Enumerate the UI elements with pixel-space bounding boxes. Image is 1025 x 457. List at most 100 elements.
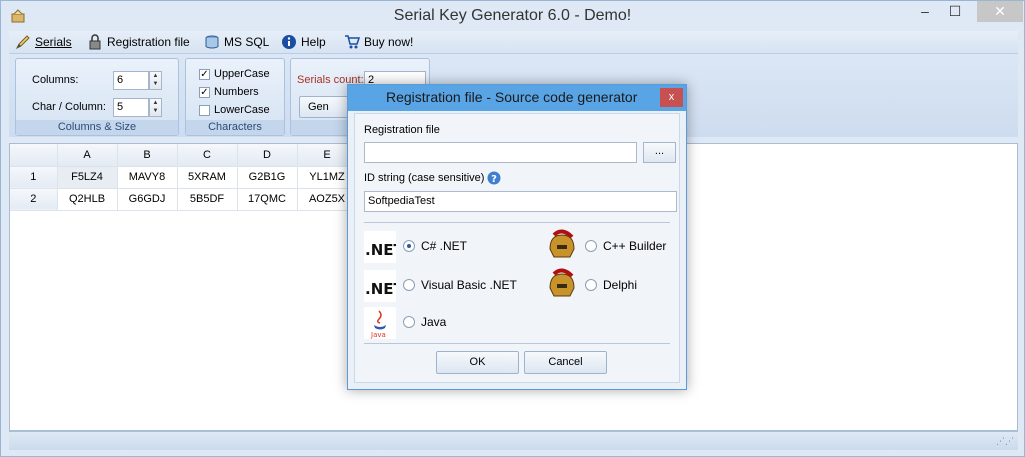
table-row: 1 F5LZ4 MAVY8 5XRAM G2B1G YL1MZ <box>10 166 358 189</box>
grid-cell[interactable]: 5XRAM <box>177 166 238 189</box>
status-bar: ⋰⋰ <box>9 431 1018 450</box>
help-icon[interactable]: ? <box>487 171 501 185</box>
dotnet-logo-icon: .NET <box>364 231 396 263</box>
menu-buy-now-label: Buy now! <box>364 35 414 49</box>
char-per-column-label: Char / Column: <box>32 101 106 113</box>
cpp-builder-label: C++ Builder <box>603 239 667 253</box>
char-per-column-stepper[interactable]: ▲ ▼ <box>149 98 162 117</box>
browse-button[interactable]: ... <box>643 142 676 163</box>
grid-cell[interactable]: G2B1G <box>237 166 298 189</box>
columns-input[interactable]: 6 <box>113 71 149 90</box>
radio-unselected-icon <box>585 240 597 252</box>
menu-serials[interactable]: Serials <box>15 33 72 51</box>
minimize-button[interactable]: – <box>910 1 940 22</box>
java-logo-icon: Java <box>364 307 396 339</box>
svg-text:.NET: .NET <box>365 241 396 259</box>
grid-corner[interactable] <box>10 144 58 167</box>
uppercase-checkbox[interactable]: ✓ UpperCase <box>199 68 270 80</box>
resize-grip-icon[interactable]: ⋰⋰ <box>996 436 1014 447</box>
row-number[interactable]: 1 <box>10 166 58 189</box>
registration-file-input[interactable] <box>364 142 637 163</box>
dialog-title: Registration file - Source code generato… <box>386 89 638 105</box>
csharp-net-radio[interactable]: C# .NET <box>403 239 467 253</box>
maximize-button[interactable]: ☐ <box>940 1 970 22</box>
grid-cell[interactable]: 17QMC <box>237 188 298 211</box>
grid-header-row: A B C D E <box>10 144 358 167</box>
radio-unselected-icon <box>585 279 597 291</box>
menu-registration-file[interactable]: Registration file <box>87 33 190 51</box>
svg-text:.NET: .NET <box>365 280 396 298</box>
svg-text:Java: Java <box>370 331 386 339</box>
info-icon <box>282 35 296 49</box>
cancel-button[interactable]: Cancel <box>524 351 607 374</box>
columns-stepper[interactable]: ▲ ▼ <box>149 71 162 90</box>
numbers-label: Numbers <box>214 86 259 98</box>
source-code-generator-dialog: Registration file - Source code generato… <box>347 84 687 390</box>
column-header[interactable]: A <box>57 144 118 167</box>
ok-button[interactable]: OK <box>436 351 519 374</box>
grid-cell[interactable]: F5LZ4 <box>57 166 118 189</box>
delphi-label: Delphi <box>603 278 638 292</box>
column-header[interactable]: B <box>117 144 178 167</box>
grid-cell[interactable]: MAVY8 <box>117 166 178 189</box>
lowercase-checkbox[interactable]: LowerCase <box>199 104 270 116</box>
lowercase-label: LowerCase <box>214 104 270 116</box>
down-arrow-icon[interactable]: ▼ <box>150 80 161 88</box>
column-header[interactable]: D <box>237 144 298 167</box>
svg-text:?: ? <box>491 174 497 185</box>
java-label: Java <box>421 315 447 329</box>
grid-cell[interactable]: Q2HLB <box>57 188 118 211</box>
checkbox-unchecked-icon <box>199 104 210 116</box>
lock-icon <box>89 34 101 50</box>
menu-bar: Serials Registration file MS SQL Help Bu… <box>9 31 1018 53</box>
menu-help[interactable]: Help <box>281 33 326 51</box>
id-string-label: ID string (case sensitive) <box>364 172 485 184</box>
pen-icon <box>15 35 30 50</box>
menu-help-label: Help <box>301 35 326 49</box>
divider <box>364 343 670 344</box>
divider <box>364 222 670 223</box>
menu-buy-now[interactable]: Buy now! <box>344 33 413 51</box>
serials-table: A B C D E 1 F5LZ4 MAVY8 5XRAM G2B1G YL1M… <box>10 144 358 211</box>
menu-serials-label: Serials <box>35 35 72 49</box>
menu-ms-sql[interactable]: MS SQL <box>204 33 269 51</box>
java-radio[interactable]: Java <box>403 315 446 329</box>
visual-basic-net-radio[interactable]: Visual Basic .NET <box>403 278 517 292</box>
group-columns-size: Columns: 6 ▲ ▼ Char / Column: 5 ▲ ▼ Column… <box>15 58 179 136</box>
visual-basic-net-label: Visual Basic .NET <box>421 278 517 292</box>
up-arrow-icon[interactable]: ▲ <box>150 72 161 80</box>
uppercase-label: UpperCase <box>214 68 270 80</box>
close-button[interactable]: ✕ <box>977 1 1023 22</box>
radio-unselected-icon <box>403 279 415 291</box>
cpp-builder-radio[interactable]: C++ Builder <box>585 239 666 253</box>
csharp-net-label: C# .NET <box>421 239 468 253</box>
table-row: 2 Q2HLB G6GDJ 5B5DF 17QMC AOZ5X <box>10 188 358 211</box>
database-icon <box>205 35 219 49</box>
cart-icon <box>345 35 360 49</box>
delphi-helmet-icon <box>549 268 575 297</box>
group-columns-size-label: Columns & Size <box>16 120 178 135</box>
cpp-builder-helmet-icon <box>549 229 575 258</box>
numbers-checkbox[interactable]: ✓ Numbers <box>199 86 259 98</box>
menu-ms-sql-label: MS SQL <box>224 35 270 49</box>
radio-selected-icon <box>403 240 415 252</box>
column-header[interactable]: C <box>177 144 238 167</box>
grid-cell[interactable]: G6GDJ <box>117 188 178 211</box>
dialog-close-button[interactable]: x <box>660 88 683 107</box>
delphi-radio[interactable]: Delphi <box>585 278 637 292</box>
up-arrow-icon[interactable]: ▲ <box>150 99 161 107</box>
window-title: Serial Key Generator 6.0 - Demo! <box>393 7 632 24</box>
radio-unselected-icon <box>403 316 415 328</box>
columns-label: Columns: <box>32 74 79 86</box>
down-arrow-icon[interactable]: ▼ <box>150 107 161 115</box>
dialog-title-bar[interactable]: Registration file - Source code generato… <box>348 85 686 111</box>
group-characters-label: Characters <box>186 120 284 135</box>
grid-cell[interactable]: 5B5DF <box>177 188 238 211</box>
group-characters: ✓ UpperCase ✓ Numbers LowerCase Characters <box>185 58 285 136</box>
dialog-body: Registration file ... ID string (case se… <box>354 113 680 383</box>
char-per-column-input[interactable]: 5 <box>113 98 149 117</box>
id-string-input[interactable]: SoftpediaTest <box>364 191 677 212</box>
menu-registration-file-label: Registration file <box>107 35 190 49</box>
row-number[interactable]: 2 <box>10 188 58 211</box>
checkbox-checked-icon: ✓ <box>199 86 210 98</box>
